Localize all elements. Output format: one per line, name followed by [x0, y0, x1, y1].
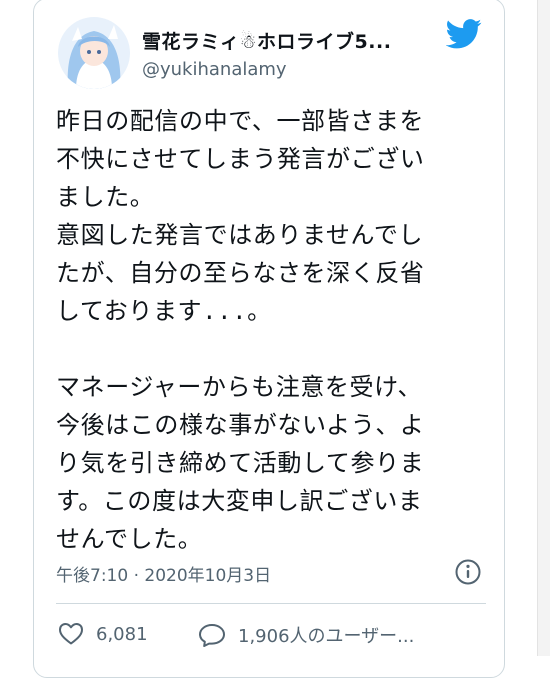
- twitter-bird-icon[interactable]: [446, 19, 482, 49]
- speech-bubble-icon: [199, 624, 225, 647]
- divider: [56, 603, 486, 604]
- user-handle[interactable]: @yukihanalamy: [142, 59, 287, 80]
- like-count: 6,081: [96, 623, 148, 645]
- info-icon[interactable]: [454, 558, 482, 586]
- scrollbar[interactable]: [537, 0, 550, 656]
- avatar[interactable]: [58, 17, 130, 89]
- tweet-text: 昨日の配信の中で、一部皆さまを 不快にさせてしまう発言がござい ました。 意図し…: [56, 110, 425, 555]
- reply-users-text: 1,906人のユーザー...: [238, 626, 415, 647]
- display-name[interactable]: 雪花ラミィ☃ホロライブ5...: [142, 27, 442, 54]
- like-button[interactable]: 6,081: [58, 622, 148, 646]
- avatar-image: [58, 17, 130, 89]
- tweet-timestamp[interactable]: 午後7:10 · 2020年10月3日: [56, 561, 271, 586]
- tweet-card[interactable]: 雪花ラミィ☃ホロライブ5... @yukihanalamy 昨日の配信の中で、一…: [33, 0, 505, 678]
- heart-icon: [59, 623, 83, 645]
- reply-button[interactable]: 1,906人のユーザー...: [198, 622, 468, 648]
